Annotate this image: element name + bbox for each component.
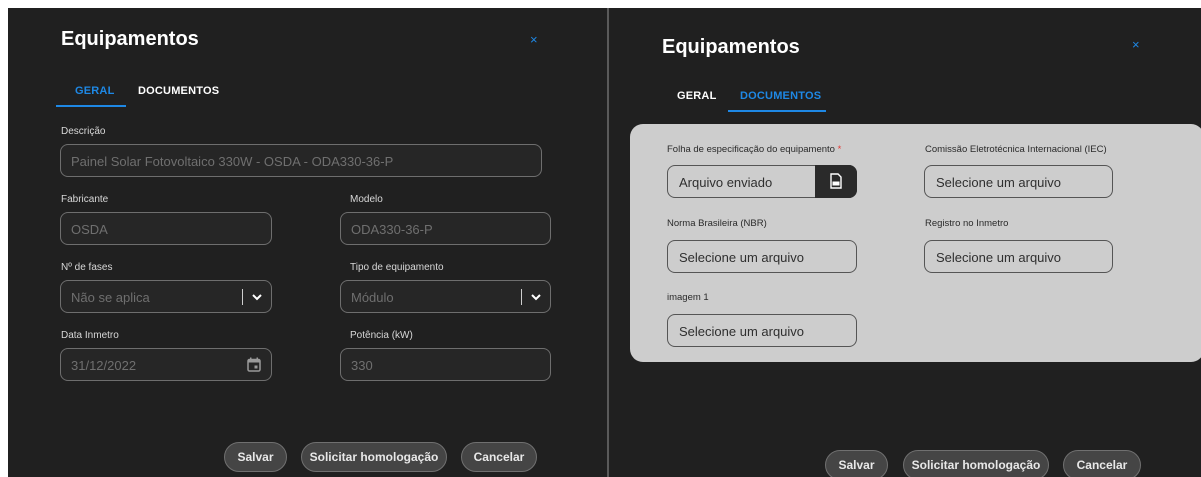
imagem-label: imagem 1 (667, 292, 709, 303)
tab-active-indicator (728, 110, 826, 112)
save-button[interactable]: Salvar (224, 442, 287, 472)
nbr-file-field[interactable]: Selecione um arquivo (667, 240, 857, 273)
imagem-file-field[interactable]: Selecione um arquivo (667, 314, 857, 347)
fabricante-field[interactable]: OSDA (60, 212, 272, 245)
potencia-label: Potência (kW) (350, 330, 413, 341)
tipo-select[interactable]: Módulo (340, 280, 551, 313)
close-icon[interactable]: × (530, 33, 538, 46)
descricao-field[interactable]: Painel Solar Fotovoltaico 330W - OSDA - … (60, 144, 542, 177)
chevron-down-icon[interactable] (530, 291, 542, 303)
panel-divider (604, 8, 612, 477)
iec-value: Selecione um arquivo (936, 175, 1062, 190)
data-inmetro-label: Data Inmetro (61, 330, 119, 341)
calendar-icon[interactable] (247, 357, 261, 372)
inmetro-label: Registro no Inmetro (925, 218, 1009, 229)
request-approval-button[interactable]: Solicitar homologação (301, 442, 447, 472)
inmetro-value: Selecione um arquivo (936, 250, 1062, 265)
folha-label: Folha de especificação do equipamento * (667, 144, 842, 155)
equipment-dialog-documentos: Equipamentos × GERAL DOCUMENTOS Folha de… (612, 8, 1201, 477)
potencia-field[interactable]: 330 (340, 348, 551, 381)
cancel-button[interactable]: Cancelar (461, 442, 537, 472)
request-approval-button[interactable]: Solicitar homologação (903, 450, 1049, 477)
documents-card: Folha de especificação do equipamento * … (630, 124, 1201, 362)
tab-geral[interactable]: GERAL (75, 85, 115, 97)
tipo-value: Módulo (351, 290, 394, 305)
equipment-dialog-geral: Equipamentos × GERAL DOCUMENTOS Descriçã… (8, 8, 604, 477)
descricao-value: Painel Solar Fotovoltaico 330W - OSDA - … (71, 154, 394, 169)
tab-active-indicator (56, 105, 126, 107)
fases-value: Não se aplica (71, 290, 150, 305)
folha-value: Arquivo enviado (679, 175, 773, 190)
pdf-file-button[interactable] (815, 165, 857, 198)
imagem-value: Selecione um arquivo (679, 324, 805, 339)
select-separator (242, 289, 243, 305)
select-separator (521, 289, 522, 305)
close-icon[interactable]: × (1132, 38, 1140, 51)
modelo-field[interactable]: ODA330-36-P (340, 212, 551, 245)
tipo-label: Tipo de equipamento (350, 262, 444, 273)
required-mark: * (837, 144, 842, 155)
tab-geral[interactable]: GERAL (677, 90, 717, 102)
dialog-title: Equipamentos (61, 28, 199, 50)
dialog-title: Equipamentos (662, 36, 800, 58)
modelo-label: Modelo (350, 194, 383, 205)
cancel-button[interactable]: Cancelar (1063, 450, 1141, 477)
fabricante-value: OSDA (71, 222, 108, 237)
pdf-file-icon (830, 173, 842, 189)
iec-label: Comissão Eletrotécnica Internacional (IE… (925, 144, 1107, 155)
descricao-label: Descrição (61, 126, 106, 137)
save-button[interactable]: Salvar (825, 450, 888, 477)
chevron-down-icon[interactable] (251, 291, 263, 303)
folha-file-field[interactable]: Arquivo enviado (667, 165, 857, 198)
iec-file-field[interactable]: Selecione um arquivo (924, 165, 1113, 198)
modelo-value: ODA330-36-P (351, 222, 433, 237)
data-inmetro-value: 31/12/2022 (71, 358, 137, 373)
inmetro-file-field[interactable]: Selecione um arquivo (924, 240, 1113, 273)
tab-documentos[interactable]: DOCUMENTOS (740, 90, 821, 102)
fases-select[interactable]: Não se aplica (60, 280, 272, 313)
nbr-value: Selecione um arquivo (679, 250, 805, 265)
tab-documentos[interactable]: DOCUMENTOS (138, 85, 219, 97)
fabricante-label: Fabricante (61, 194, 109, 205)
potencia-value: 330 (351, 358, 373, 373)
data-inmetro-field[interactable]: 31/12/2022 (60, 348, 272, 381)
nbr-label: Norma Brasileira (NBR) (667, 218, 767, 229)
fases-label: Nº de fases (61, 262, 113, 273)
